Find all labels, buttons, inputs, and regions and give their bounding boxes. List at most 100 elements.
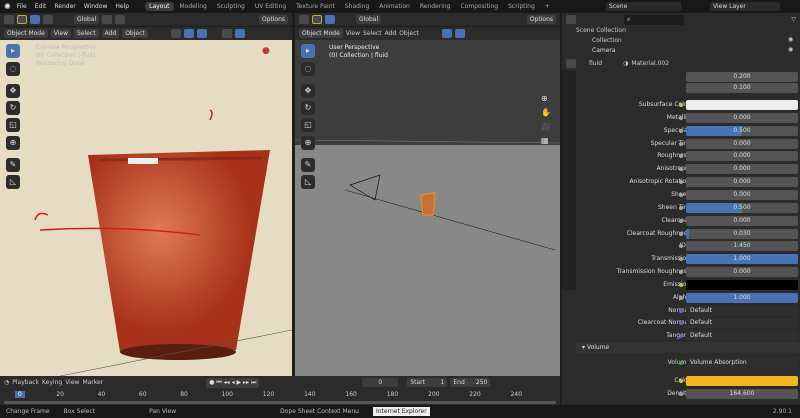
menu-file[interactable]: File	[17, 3, 27, 10]
annotate-tool[interactable]: ✎	[6, 158, 20, 172]
add-workspace-button[interactable]: +	[545, 3, 550, 10]
tab-texture-paint[interactable]: Texture Paint	[292, 2, 339, 11]
tab-shading[interactable]: Shading	[341, 2, 373, 11]
tab-layout[interactable]: Layout	[145, 2, 174, 11]
outliner-search-input[interactable]: ⌕	[624, 14, 684, 25]
object-mode-dropdown[interactable]: Object Mode	[299, 29, 343, 38]
tab-modeling[interactable]: Modeling	[176, 2, 211, 11]
value-field[interactable]: 0.000	[686, 151, 798, 162]
value-field[interactable]: 0.000	[686, 164, 798, 175]
outliner-display-icon[interactable]	[566, 15, 576, 24]
value-field[interactable]: 0.100	[686, 83, 798, 93]
socket-icon[interactable]	[679, 295, 683, 300]
annotate-tool[interactable]: ✎	[301, 158, 315, 172]
transform-tool[interactable]: ⊕	[301, 136, 315, 150]
gizmo-icon[interactable]	[441, 29, 452, 38]
value-field[interactable]: 0.000	[686, 215, 798, 226]
measure-tool[interactable]: ◺	[301, 175, 315, 189]
menu-help[interactable]: Help	[115, 3, 129, 10]
menu-select[interactable]: Select	[74, 29, 99, 38]
editor-type-icon[interactable]: ◔	[4, 379, 9, 386]
socket-icon[interactable]	[679, 128, 683, 133]
socket-icon[interactable]	[679, 218, 683, 223]
outliner-item[interactable]: Scene Collection	[576, 26, 626, 36]
outliner-item[interactable]: Camera	[576, 46, 626, 56]
tab-rendering[interactable]: Rendering	[416, 2, 455, 11]
tab-compositing[interactable]: Compositing	[456, 2, 502, 11]
end-frame-field[interactable]: End 250	[450, 378, 491, 387]
overlay-icon[interactable]	[454, 29, 465, 38]
select-mode-icon[interactable]	[325, 15, 335, 24]
value-field[interactable]: 0.030	[686, 228, 798, 239]
scale-tool[interactable]: ◱	[6, 118, 20, 132]
socket-icon[interactable]	[679, 308, 683, 313]
editor-type-icon[interactable]	[4, 15, 14, 24]
socket-icon[interactable]	[679, 115, 683, 120]
snap-icon[interactable]	[115, 15, 126, 24]
value-field[interactable]: 0.500	[686, 125, 798, 136]
value-field[interactable]: Default	[686, 331, 798, 342]
socket-icon[interactable]	[679, 282, 683, 287]
object-mode-dropdown[interactable]: Object Mode	[4, 29, 48, 38]
value-field[interactable]: 0.000	[686, 177, 798, 188]
value-field[interactable]: 1.000	[686, 292, 798, 303]
transform-orientation-dropdown[interactable]: Global	[74, 15, 100, 24]
left-viewport-render[interactable]: Camera Perspective (0) Collection | fluid…	[0, 40, 292, 376]
scene-selector[interactable]: Scene	[606, 2, 681, 11]
tab-uv-editing[interactable]: UV Editing	[251, 2, 290, 11]
pivot-icon[interactable]	[102, 15, 113, 24]
tab-animation[interactable]: Animation	[375, 2, 414, 11]
socket-icon[interactable]	[679, 231, 683, 236]
shading-rendered-icon[interactable]	[234, 29, 245, 38]
menu-view[interactable]: View	[346, 30, 360, 37]
right-viewport[interactable]: User Perspective (0) Collection | fluid ▸…	[295, 40, 560, 376]
menu-object[interactable]: Object	[122, 29, 148, 38]
select-box-tool[interactable]: ▸	[6, 44, 20, 58]
menu-window[interactable]: Window	[84, 3, 108, 10]
select-tool-icon[interactable]	[312, 15, 322, 24]
value-field[interactable]: 0.000	[686, 138, 798, 149]
transform-orientation-dropdown[interactable]: Global	[356, 15, 382, 24]
properties-type-icon[interactable]	[566, 59, 576, 68]
cursor-tool[interactable]: ◌	[6, 62, 20, 76]
value-field[interactable]: Default	[686, 305, 798, 316]
menu-add[interactable]: Add	[385, 30, 397, 37]
socket-icon[interactable]	[679, 103, 683, 107]
value-field[interactable]: 0.000	[686, 267, 798, 278]
volume-shader-field[interactable]: Volume Absorption	[686, 358, 798, 368]
move-tool[interactable]: ✥	[301, 84, 315, 98]
value-field[interactable]: 1.000	[686, 254, 798, 265]
socket-icon[interactable]	[679, 205, 683, 210]
start-frame-field[interactable]: Start 1	[407, 378, 448, 387]
socket-icon[interactable]	[679, 192, 683, 197]
menu-view[interactable]: View	[50, 29, 72, 38]
navigation-gizmo-icon[interactable]: ●	[262, 46, 270, 56]
tab-sculpting[interactable]: Sculpting	[213, 2, 249, 11]
editor-type-icon[interactable]	[299, 15, 309, 24]
menu-keying[interactable]: Keying	[42, 379, 62, 386]
eye-icon[interactable]: ◉ ◉	[788, 35, 793, 55]
properties-tabs[interactable]	[562, 70, 576, 290]
scale-tool[interactable]: ◱	[301, 118, 315, 132]
overlay-icon[interactable]	[196, 29, 207, 38]
value-field[interactable]	[686, 100, 798, 110]
volume-color-field[interactable]	[686, 376, 798, 386]
select-box-tool[interactable]: ▸	[301, 44, 315, 58]
value-field[interactable]: Default	[686, 318, 798, 329]
current-frame-field[interactable]: 0	[362, 378, 399, 387]
playback-controls[interactable]: ● ⏮ ◂◂ ◂ ▶ ▸▸ ⏭	[206, 377, 260, 388]
measure-tool[interactable]: ◺	[6, 175, 20, 189]
filter-icon[interactable]: ▽	[791, 16, 796, 23]
cursor-tool[interactable]: ◌	[301, 62, 315, 76]
value-field[interactable]: 0.200	[686, 72, 798, 82]
rotate-tool[interactable]: ↻	[6, 101, 20, 115]
value-field[interactable]: 1.450	[686, 241, 798, 252]
menu-marker[interactable]: Marker	[82, 379, 103, 386]
blender-logo-icon[interactable]: ✺	[4, 2, 11, 11]
gizmo-icon[interactable]	[183, 29, 194, 38]
menu-edit[interactable]: Edit	[35, 3, 47, 10]
value-field[interactable]: 0.000	[686, 189, 798, 200]
menu-select[interactable]: Select	[363, 30, 382, 37]
timeline-scrollbar[interactable]	[4, 401, 556, 404]
transform-tool[interactable]: ⊕	[6, 136, 20, 150]
